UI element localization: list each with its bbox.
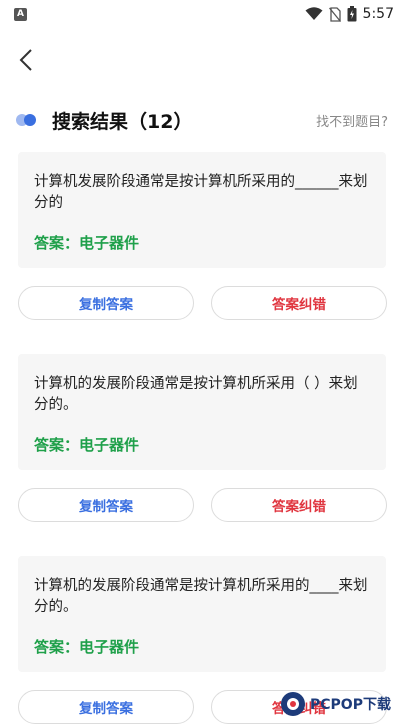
status-bar: A 5:57 xyxy=(0,0,404,28)
status-time: 5:57 xyxy=(362,6,394,22)
battery-icon xyxy=(347,6,357,22)
copy-answer-button[interactable]: 复制答案 xyxy=(18,488,194,522)
status-icons: 5:57 xyxy=(305,6,394,22)
watermark: PCPOP下载 xyxy=(280,688,404,720)
report-error-button[interactable]: 答案纠错 xyxy=(211,488,387,522)
answer-text: 答案：电子器件 xyxy=(34,638,140,656)
header-dots-icon xyxy=(16,112,44,128)
watermark-text: PCPOP下载 xyxy=(310,697,391,713)
question-text: 计算机的发展阶段通常是按计算机所采用的____来划分的。 xyxy=(34,578,368,615)
app-notification-icon: A xyxy=(14,7,27,21)
results-header: 搜索结果（12） 找不到题目? xyxy=(16,104,388,136)
copy-answer-button[interactable]: 复制答案 xyxy=(18,286,194,320)
not-found-link[interactable]: 找不到题目? xyxy=(316,111,388,130)
no-sim-icon xyxy=(328,6,341,22)
results-title: 搜索结果（12） xyxy=(52,110,193,133)
answer-text: 答案：电子器件 xyxy=(34,436,140,454)
copy-answer-button[interactable]: 复制答案 xyxy=(18,690,194,724)
chevron-left-icon xyxy=(19,49,32,71)
back-button[interactable] xyxy=(12,44,40,76)
wifi-icon xyxy=(305,7,323,20)
result-card: 计算机的发展阶段通常是按计算机所采用（ ）来划分的。 答案：电子器件 xyxy=(18,354,386,470)
question-text: 计算机发展阶段通常是按计算机所采用的______来划分的 xyxy=(34,174,368,211)
watermark-logo-icon xyxy=(281,692,305,716)
question-text: 计算机的发展阶段通常是按计算机所采用（ ）来划分的。 xyxy=(34,376,358,413)
answer-text: 答案：电子器件 xyxy=(34,234,140,252)
result-card: 计算机的发展阶段通常是按计算机所采用的____来划分的。 答案：电子器件 xyxy=(18,556,386,672)
result-card: 计算机发展阶段通常是按计算机所采用的______来划分的 答案：电子器件 xyxy=(18,152,386,268)
report-error-button[interactable]: 答案纠错 xyxy=(211,286,387,320)
